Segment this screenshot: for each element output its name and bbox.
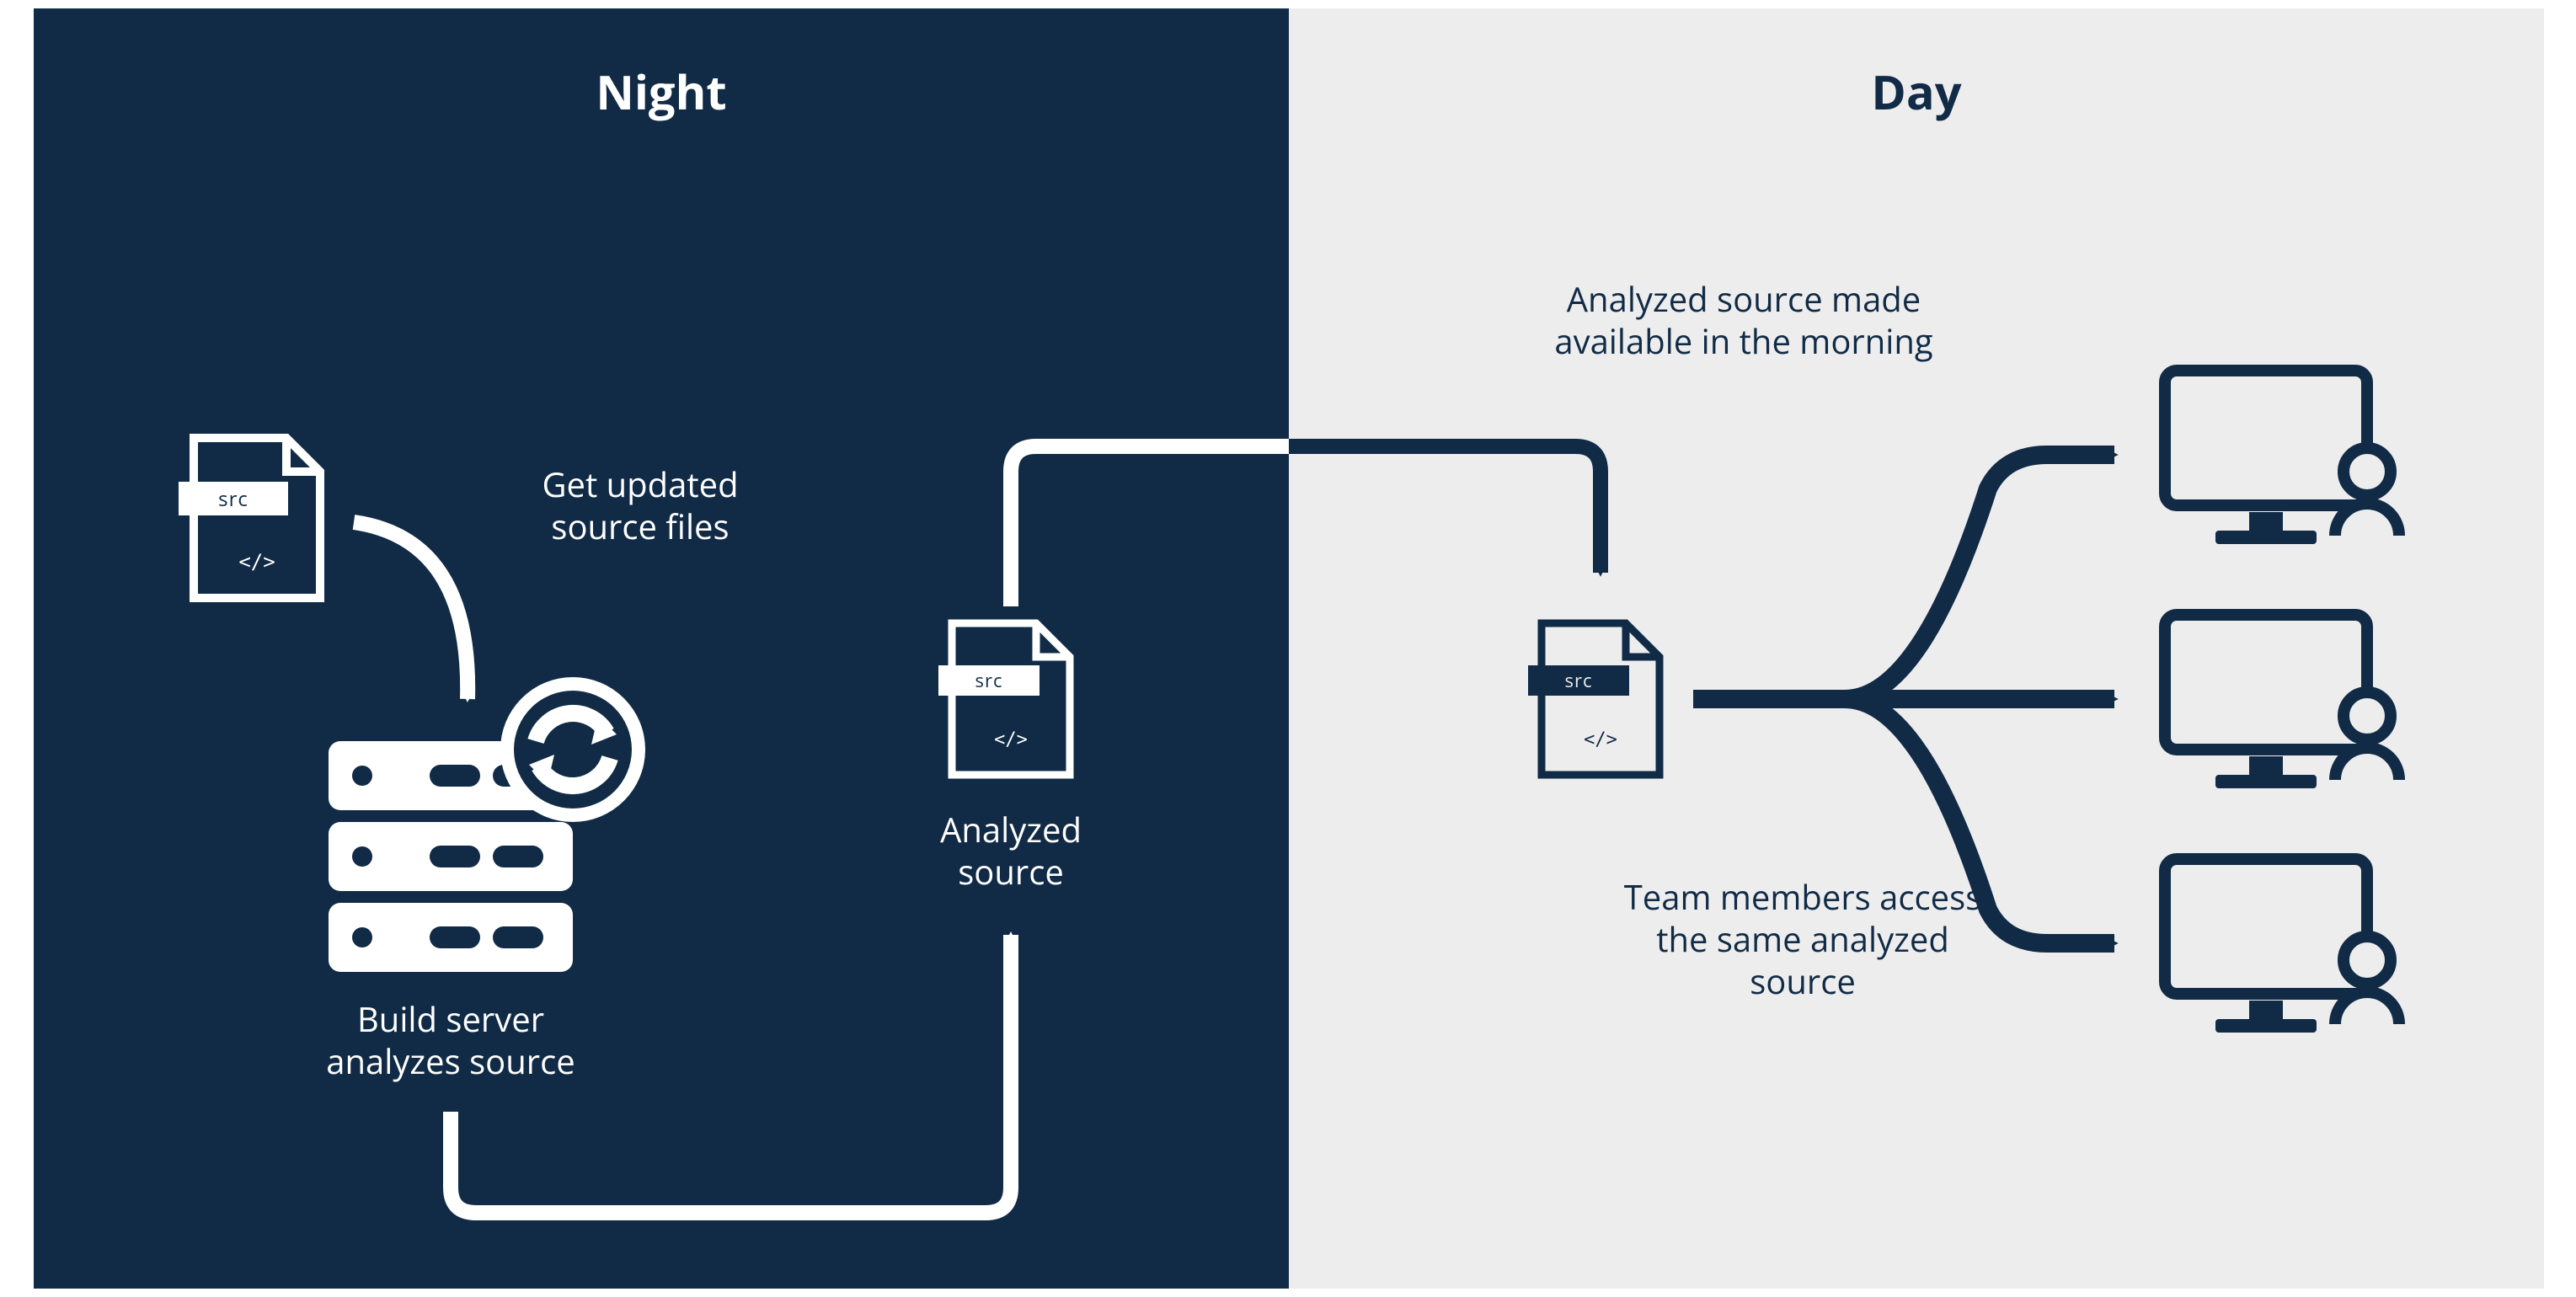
get-updated-label-1: Get updated <box>542 461 738 507</box>
shared-src-label: src <box>1564 668 1592 693</box>
code-glyph: </> <box>238 550 275 574</box>
team-label-2: the same analyzed <box>1656 915 1949 962</box>
analyzed-code-glyph: </> <box>994 729 1028 750</box>
get-updated-label-2: source files <box>551 503 729 549</box>
morning-label-2: available in the morning <box>1554 318 1932 364</box>
shared-code-glyph: </> <box>1584 729 1617 750</box>
analyzed-src-label: src <box>975 668 1002 693</box>
night-title: Night <box>596 60 726 124</box>
night-panel <box>34 8 1289 1289</box>
analyzed-source-label-1: Analyzed <box>940 806 1082 852</box>
morning-label-1: Analyzed source made <box>1567 275 1921 322</box>
analyzed-source-label-2: source <box>958 848 1064 894</box>
build-server-label-2: analyzes source <box>326 1038 575 1084</box>
team-label-1: Team members access <box>1624 873 1982 920</box>
src-label: src <box>218 485 249 513</box>
day-title: Day <box>1871 60 1961 124</box>
build-server-label-1: Build server <box>357 995 544 1042</box>
team-label-3: source <box>1750 958 1856 1004</box>
workflow-diagram: Night Day src </> Get updated source fil… <box>0 0 2576 1297</box>
